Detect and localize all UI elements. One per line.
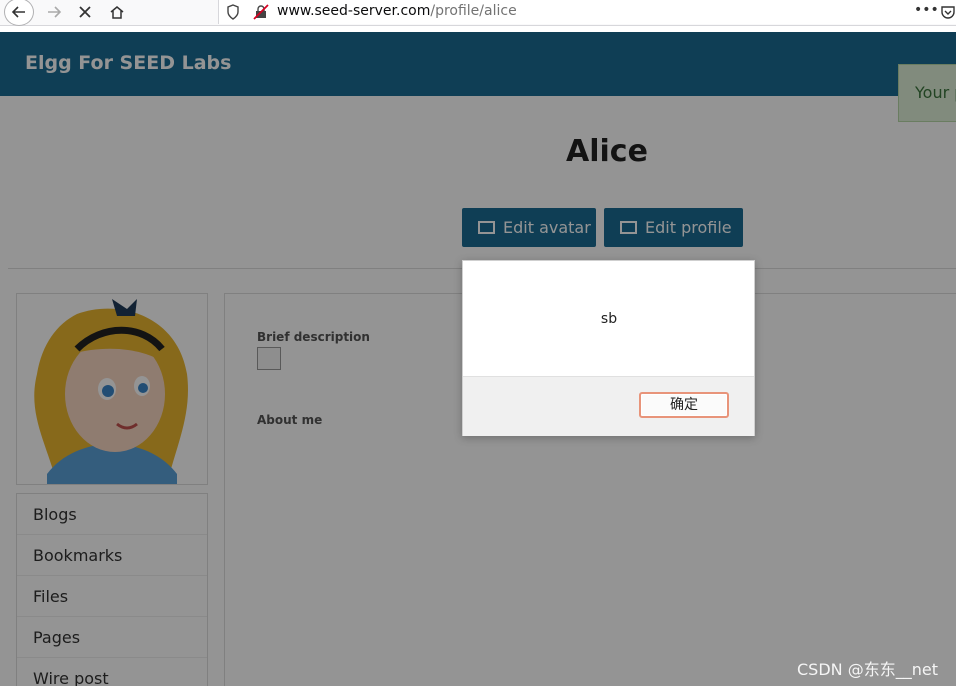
watermark: CSDN @东东__net — [797, 660, 938, 679]
arrow-right-icon — [48, 6, 62, 18]
stop-button[interactable] — [71, 0, 99, 24]
alert-dialog: sb 确定 — [462, 260, 755, 436]
shield-icon[interactable] — [226, 4, 240, 20]
back-button[interactable] — [4, 0, 34, 26]
url-text[interactable]: www.seed-server.com/profile/alice — [277, 3, 517, 19]
forward-button[interactable] — [40, 0, 68, 24]
alert-message: sb — [600, 311, 618, 327]
arrow-left-icon — [11, 6, 25, 18]
browser-toolbar: www.seed-server.com/profile/alice ••• — [0, 0, 956, 26]
ok-button[interactable]: 确定 — [639, 392, 729, 418]
page-actions-icon[interactable]: ••• — [914, 2, 939, 18]
home-button[interactable] — [103, 0, 131, 24]
close-icon — [79, 6, 91, 18]
alert-footer: 确定 — [463, 376, 754, 436]
url-bar[interactable]: www.seed-server.com/profile/alice ••• — [218, 0, 956, 24]
home-icon — [110, 6, 124, 19]
insecure-lock-icon[interactable] — [253, 4, 269, 20]
pocket-icon[interactable] — [941, 5, 955, 19]
